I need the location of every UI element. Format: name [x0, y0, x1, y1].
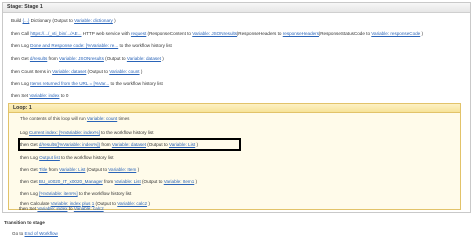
- step-text: (ResponseContent to: [146, 31, 193, 36]
- step-text: ): [112, 18, 116, 23]
- step-text: |ResponseStatusCode to: [319, 31, 372, 36]
- loop-container: Loop: 1 The contents of this loop will r…: [8, 103, 461, 210]
- step-get-results: then Get d/results from Variable: JSONre…: [11, 56, 164, 62]
- step-text: then Count Items in: [11, 69, 53, 74]
- stage-header: Stage: Stage 1: [3, 3, 470, 13]
- step-text: then Log: [20, 191, 40, 196]
- jsonresults-link[interactable]: Variable: JSONresults: [192, 31, 237, 36]
- step-text: ): [161, 56, 164, 61]
- step-text: (Output to: [140, 179, 164, 184]
- step-text: ): [420, 31, 424, 36]
- list-source-link[interactable]: Variable: List: [115, 179, 141, 184]
- index-variable-link[interactable]: Variable: index: [29, 93, 59, 98]
- step-text: then Set: [19, 206, 38, 211]
- list-output-link[interactable]: Variable: List: [169, 142, 195, 147]
- step-text: then Log: [11, 81, 31, 86]
- loop-step-get-title: then Get Title from Variable: List (Outp…: [20, 167, 139, 173]
- step-text: Dictionary (Output to: [29, 18, 75, 23]
- dictionary-variable-link[interactable]: Variable: dictionary: [74, 18, 113, 23]
- step-text: then Get: [20, 167, 39, 172]
- loop-step-set-index: then Set Variable: index to Variable: ca…: [19, 206, 104, 212]
- step-text: to the workflow history list: [109, 81, 163, 86]
- step-text: then Get: [11, 56, 30, 61]
- step-build-dictionary: Build {...} Dictionary (Output to Variab…: [11, 18, 116, 24]
- step-text: to the workflow history list: [77, 191, 132, 196]
- step-text: (Output to: [86, 69, 110, 74]
- step-text: |ResponseHeaders to: [237, 31, 283, 36]
- step-text: then Call: [11, 31, 31, 36]
- response-code-link[interactable]: Variable: responseCode: [371, 31, 420, 36]
- loop-step-log-index: Log Current index: [%Variable: index%] t…: [20, 130, 153, 136]
- jsonresults-source-link[interactable]: Variable: JSONresults: [59, 56, 104, 61]
- step-text: from: [100, 142, 112, 147]
- manager-field-link[interactable]: BU_x0020_IT_x0020_Manager: [39, 179, 103, 184]
- loop-step-log-list: then Log Output list to the workflow his…: [20, 155, 113, 161]
- step-text: (Output to: [146, 142, 169, 147]
- step-count-items: then Count Items in Variable: dataset (O…: [11, 69, 142, 75]
- output-list-link[interactable]: Output list: [39, 155, 60, 160]
- step-call-http: then Call https://.../_vti_bin/.../AE...…: [11, 31, 423, 37]
- end-of-workflow-link[interactable]: End of Workflow: [25, 231, 58, 236]
- step-text: HTTP web service with: [81, 31, 131, 36]
- step-text: to the workflow history list: [118, 43, 172, 48]
- step-text: from: [102, 179, 115, 184]
- step-set-index: then Set Variable: index to 0: [11, 93, 68, 99]
- result-index-link[interactable]: d/results([%Variable: index%]): [39, 142, 100, 147]
- loop-count-link[interactable]: Variable: count: [87, 116, 117, 121]
- dataset-output-link[interactable]: Variable: dataset: [127, 56, 161, 61]
- step-log-response: then Log Done and Response code: [%Varia…: [11, 43, 172, 49]
- step-text: ): [195, 142, 199, 147]
- dataset-count-link[interactable]: Variable: dataset: [52, 69, 86, 74]
- step-text: then Get: [20, 179, 39, 184]
- loop-step-log-item: then Log [%Variable: item%] to the workf…: [20, 191, 131, 197]
- step-text: (Output to: [85, 167, 109, 172]
- index-set-link[interactable]: Variable: index: [37, 206, 67, 211]
- loop-step-get-result: then Get d/results([%Variable: index%]) …: [20, 142, 198, 148]
- dataset-source-link[interactable]: Variable: dataset: [112, 142, 146, 147]
- loop-header: Loop: 1: [9, 104, 460, 113]
- request-link[interactable]: request: [131, 31, 146, 36]
- response-headers-link[interactable]: responseHeaders: [283, 31, 319, 36]
- step-text: times: [117, 116, 130, 121]
- step-log-items: then Log Items returned from the URL = […: [11, 81, 163, 87]
- item1-output-link[interactable]: Variable: Item1: [164, 179, 195, 184]
- step-text: Go to: [12, 231, 25, 236]
- step-text: (Output to: [103, 56, 127, 61]
- step-text: ): [139, 69, 143, 74]
- log-response-link[interactable]: Done and Response code: [%Variable: re..…: [30, 43, 118, 48]
- log-items-link[interactable]: Items returned from the URL = [%Var...: [30, 81, 109, 86]
- step-text: then Log: [20, 155, 40, 160]
- transition-goto: Go to End of Workflow: [12, 231, 58, 237]
- loop-step-get-manager: then Get BU_x0020_IT_x0020_Manager from …: [20, 179, 197, 185]
- step-text: ): [147, 201, 150, 206]
- step-text: ): [194, 179, 198, 184]
- transition-title: Transition to stage: [4, 220, 45, 225]
- step-text: to 0: [59, 93, 69, 98]
- step-text: from: [47, 167, 60, 172]
- log-item-link[interactable]: [%Variable: item%]: [39, 191, 77, 196]
- calc2-source-link[interactable]: Variable: calc2: [74, 206, 104, 211]
- step-text: then Log: [11, 43, 31, 48]
- item-output-link[interactable]: Variable: Item: [108, 167, 136, 172]
- calc2-output-link[interactable]: Variable: calc2: [117, 201, 147, 206]
- results-path-link[interactable]: d/results: [30, 56, 47, 61]
- step-text: then Get: [20, 142, 39, 147]
- step-text: from: [47, 56, 60, 61]
- step-text: then Set: [11, 93, 30, 98]
- step-text: to the workflow history list: [99, 130, 154, 135]
- step-text: ): [136, 167, 140, 172]
- http-url-link[interactable]: https://.../_vti_bin/.../AE...: [30, 31, 81, 36]
- current-index-link[interactable]: Current index: [%Variable: index%]: [29, 130, 100, 135]
- step-text: to the workflow history list: [59, 155, 114, 160]
- loop-description: The contents of this loop will run Varia…: [20, 116, 129, 122]
- count-output-link[interactable]: Variable: count: [109, 69, 139, 74]
- step-text: The contents of this loop will run: [20, 116, 87, 121]
- step-text: Log: [20, 130, 29, 135]
- step-text: Build: [11, 18, 23, 23]
- list-source-link[interactable]: Variable: List: [59, 167, 85, 172]
